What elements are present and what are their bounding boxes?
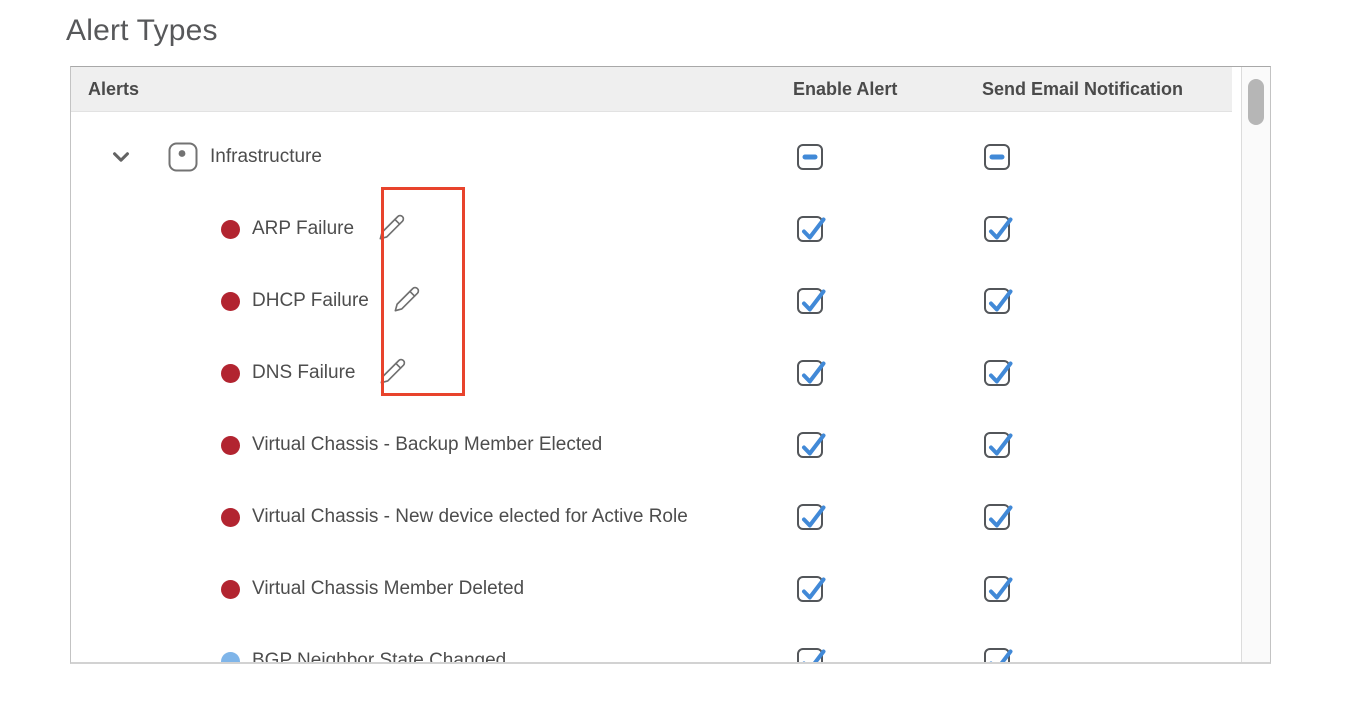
edit-pencil-icon	[378, 213, 406, 241]
alert-label: DHCP Failure	[252, 290, 369, 312]
alert-group-row: Infrastructure	[71, 121, 1240, 193]
alert-row: DNS Failure	[71, 337, 1240, 409]
alert-types-table: Alerts Enable Alert Send Email Notificat…	[70, 66, 1271, 664]
alert-row: Virtual Chassis - New device elected for…	[71, 481, 1240, 553]
alert-row: ARP Failure	[71, 193, 1240, 265]
checkmark-icon	[799, 578, 825, 604]
group-label: Infrastructure	[210, 146, 322, 168]
checkmark-icon	[986, 362, 1012, 388]
checkmark-icon	[799, 362, 825, 388]
checkmark-icon	[986, 218, 1012, 244]
alert-row: BGP Neighbor State Changed	[71, 625, 1240, 664]
edit-pencil-icon	[379, 357, 407, 385]
checkmark-icon	[799, 506, 825, 532]
send-email-notification-checkbox[interactable]	[984, 288, 1010, 314]
checkmark-icon	[986, 434, 1012, 460]
alerts-rows: Infrastructure ARP Failure DHCP Failure DNS…	[71, 121, 1240, 664]
send-email-notification-checkbox[interactable]	[984, 216, 1010, 242]
severity-dot-icon	[221, 292, 240, 311]
scrollbar-track[interactable]	[1241, 67, 1270, 662]
alert-label: ARP Failure	[252, 218, 354, 240]
page-title: Alert Types	[66, 14, 218, 48]
checkmark-icon	[799, 650, 825, 664]
severity-dot-icon	[221, 220, 240, 239]
enable-alert-checkbox[interactable]	[797, 216, 823, 242]
edit-alert-button[interactable]	[378, 213, 406, 241]
alert-row: Virtual Chassis - Backup Member Elected	[71, 409, 1240, 481]
enable-alert-checkbox[interactable]	[797, 432, 823, 458]
table-header: Alerts Enable Alert Send Email Notificat…	[71, 67, 1232, 112]
severity-dot-icon	[221, 364, 240, 383]
severity-dot-icon	[221, 652, 240, 665]
send-email-notification-checkbox[interactable]	[984, 360, 1010, 386]
enable-alert-checkbox[interactable]	[797, 648, 823, 664]
enable-alert-checkbox[interactable]	[797, 144, 823, 170]
send-email-notification-checkbox[interactable]	[984, 504, 1010, 530]
checkmark-icon	[986, 290, 1012, 316]
checkmark-icon	[986, 650, 1012, 664]
send-email-notification-checkbox[interactable]	[984, 432, 1010, 458]
alert-label: BGP Neighbor State Changed	[252, 650, 506, 664]
alert-label: Virtual Chassis - New device elected for…	[252, 506, 688, 528]
severity-dot-icon	[221, 508, 240, 527]
column-header-send-email-notification: Send Email Notification	[982, 67, 1183, 111]
enable-alert-checkbox[interactable]	[797, 504, 823, 530]
infrastructure-node-icon	[168, 142, 198, 172]
column-header-alerts: Alerts	[88, 67, 139, 111]
send-email-notification-checkbox[interactable]	[984, 144, 1010, 170]
indeterminate-dash-icon	[803, 155, 818, 160]
send-email-notification-checkbox[interactable]	[984, 648, 1010, 664]
enable-alert-checkbox[interactable]	[797, 288, 823, 314]
edit-pencil-icon	[393, 285, 421, 313]
checkmark-icon	[799, 434, 825, 460]
expand-collapse-button[interactable]	[110, 146, 132, 168]
group-type-icon	[168, 142, 198, 172]
indeterminate-dash-icon	[990, 155, 1005, 160]
alert-label: Virtual Chassis Member Deleted	[252, 578, 524, 600]
send-email-notification-checkbox[interactable]	[984, 576, 1010, 602]
edit-alert-button[interactable]	[393, 285, 421, 313]
scrollbar-thumb[interactable]	[1248, 79, 1264, 125]
enable-alert-checkbox[interactable]	[797, 360, 823, 386]
chevron-down-icon	[110, 146, 132, 168]
alert-label: DNS Failure	[252, 362, 355, 384]
severity-dot-icon	[221, 436, 240, 455]
enable-alert-checkbox[interactable]	[797, 576, 823, 602]
alert-label: Virtual Chassis - Backup Member Elected	[252, 434, 602, 456]
checkmark-icon	[799, 290, 825, 316]
alert-row: DHCP Failure	[71, 265, 1240, 337]
edit-alert-button[interactable]	[379, 357, 407, 385]
checkmark-icon	[986, 578, 1012, 604]
severity-dot-icon	[221, 580, 240, 599]
column-header-enable-alert: Enable Alert	[793, 67, 897, 111]
checkmark-icon	[799, 218, 825, 244]
alert-row: Virtual Chassis Member Deleted	[71, 553, 1240, 625]
checkmark-icon	[986, 506, 1012, 532]
